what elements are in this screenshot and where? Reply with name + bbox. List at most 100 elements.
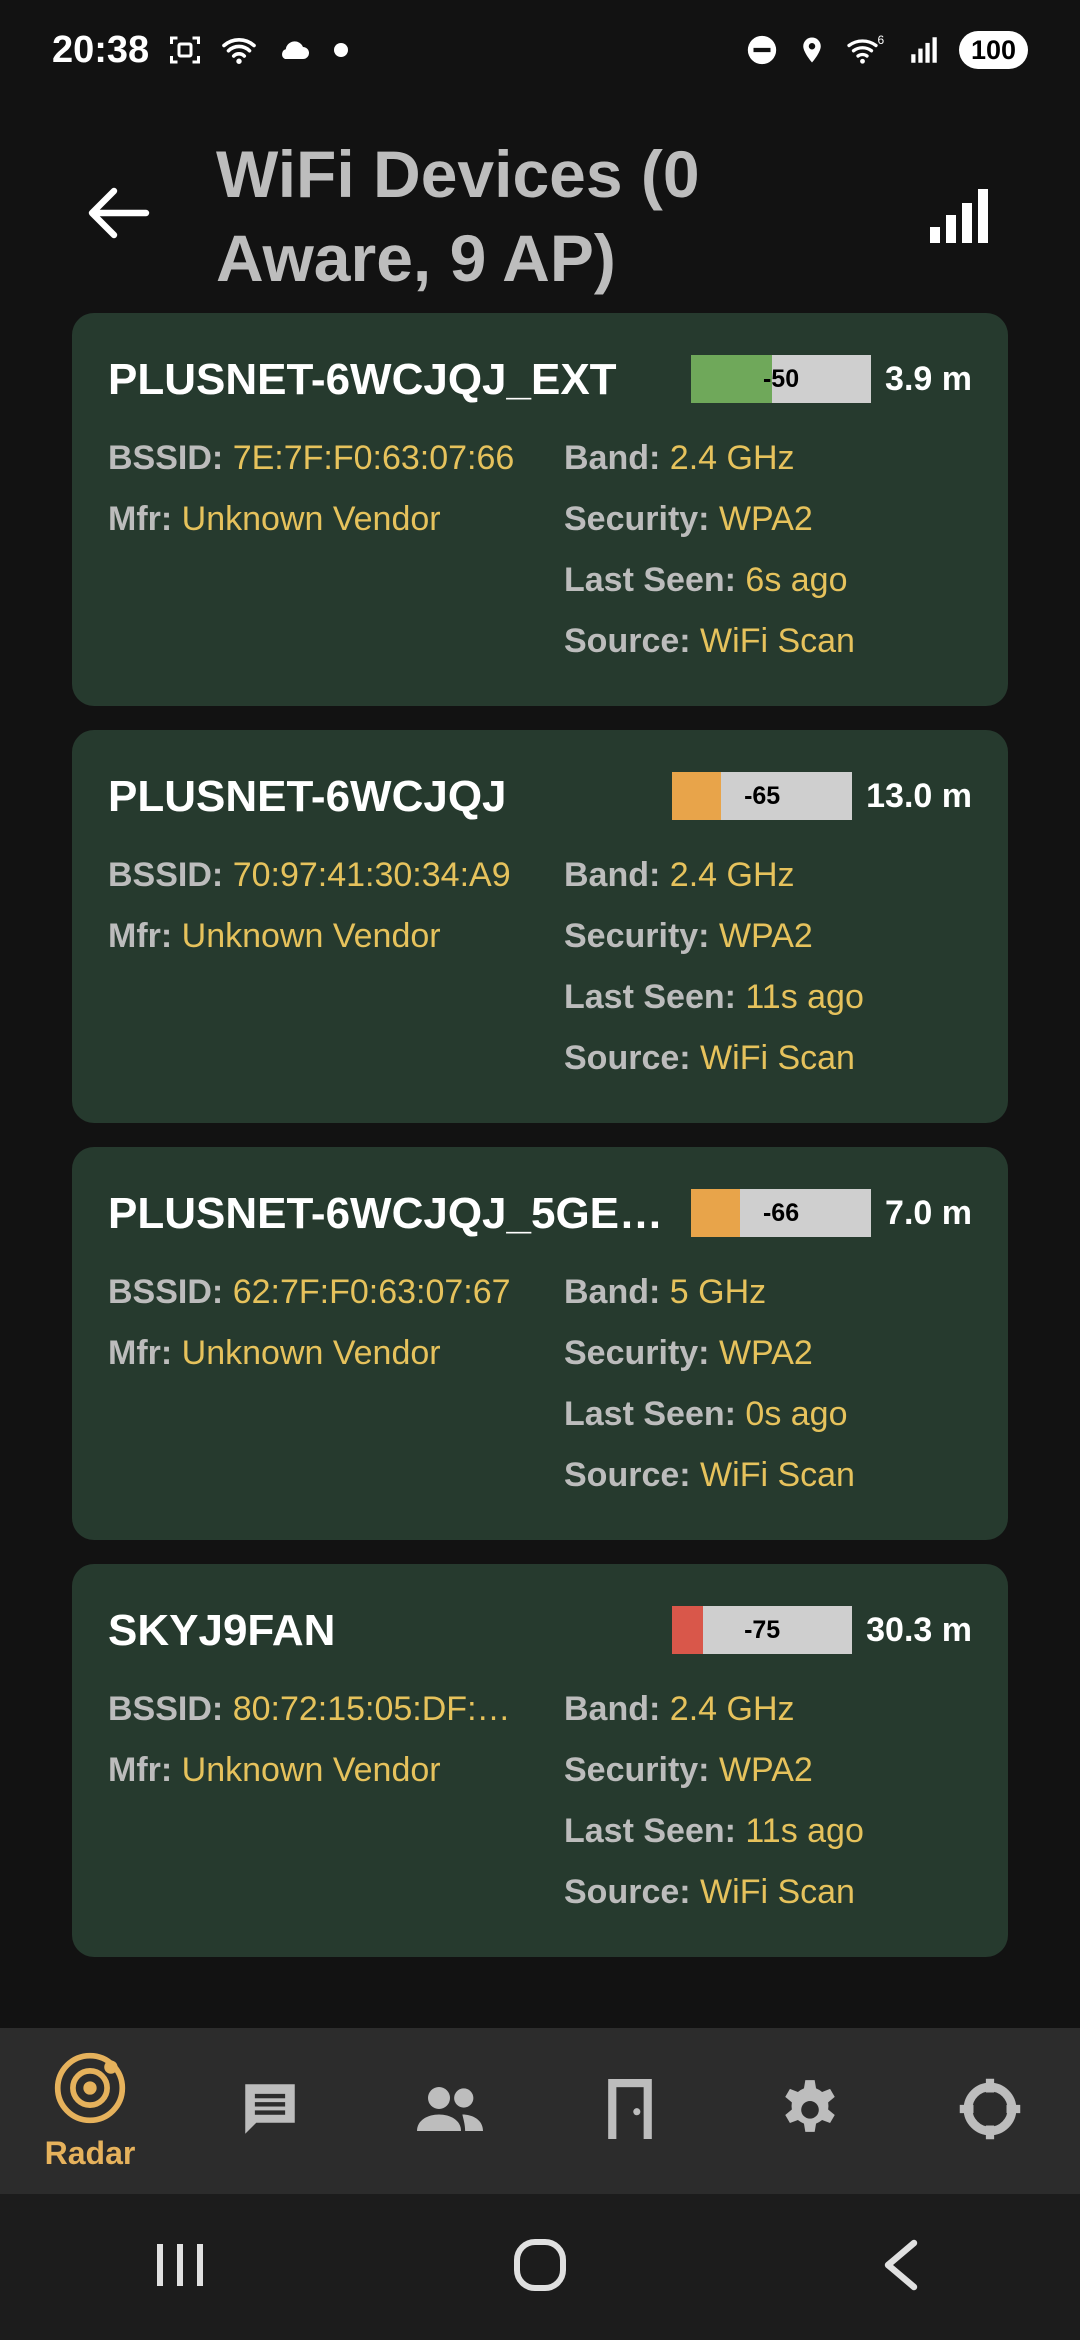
distance-value: 7.0 m	[885, 1193, 972, 1232]
bssid-value: 70:97:41:30:34:A9	[232, 856, 511, 894]
cloud-icon	[275, 32, 313, 68]
mfr-value: Unknown Vendor	[181, 1751, 441, 1789]
device-card[interactable]: PLUSNET-6WCJQJ_EXT -50 3.9 m BSSID: 7E:7…	[72, 313, 1008, 706]
signal-bar: -50	[691, 355, 872, 403]
security-value: WPA2	[718, 1751, 813, 1789]
nav-people[interactable]	[360, 2028, 540, 2194]
band-value: 5 GHz	[669, 1273, 767, 1311]
rssi-value: -75	[744, 1615, 781, 1644]
rssi-value: -65	[744, 781, 781, 810]
people-icon	[414, 2076, 486, 2147]
bssid-field: BSSID: 62:7F:F0:63:07:67	[108, 1273, 511, 1312]
source-label: Source:	[564, 1456, 691, 1494]
wifi-icon	[221, 32, 257, 68]
band-value: 2.4 GHz	[669, 856, 795, 894]
mfr-label: Mfr:	[108, 500, 173, 538]
app-bar: WiFi Devices (0 Aware, 9 AP)	[0, 120, 1080, 300]
band-value: 2.4 GHz	[669, 439, 795, 477]
device-name: PLUSNET-6WCJQJ_EXT	[108, 355, 617, 404]
device-card[interactable]: SKYJ9FAN -75 30.3 m BSSID: 80:72:15:05:D…	[72, 1564, 1008, 1957]
location-icon	[797, 32, 827, 68]
nav-radar-label: Radar	[44, 2135, 136, 2171]
device-card[interactable]: PLUSNET-6WCJQJ_5GE… -66 7.0 m BSSID: 62:…	[72, 1147, 1008, 1540]
source-value: WiFi Scan	[700, 1873, 855, 1911]
mfr-value: Unknown Vendor	[181, 1334, 441, 1372]
mfr-field: Mfr: Unknown Vendor	[108, 1334, 441, 1373]
source-field: Source: WiFi Scan	[564, 622, 855, 661]
home-icon	[513, 2238, 567, 2297]
source-value: WiFi Scan	[700, 1039, 855, 1077]
nav-target[interactable]	[900, 2028, 1080, 2194]
band-label: Band:	[564, 1690, 661, 1728]
rssi-value: -66	[762, 1198, 800, 1227]
mfr-value: Unknown Vendor	[181, 500, 441, 538]
battery-indicator: 100	[958, 31, 1028, 69]
status-time: 20:38	[52, 28, 150, 71]
signal-indicator: -65 13.0 m	[672, 772, 972, 820]
source-value: WiFi Scan	[700, 622, 855, 660]
system-back-button[interactable]	[840, 2217, 960, 2317]
last-seen-value: 0s ago	[745, 1395, 848, 1433]
signal-bar-fill	[691, 1189, 740, 1237]
signal-bar: -66	[691, 1189, 872, 1237]
security-label: Security:	[564, 500, 710, 538]
bssid-value: 62:7F:F0:63:07:67	[232, 1273, 511, 1311]
signal-bar: -75	[672, 1606, 853, 1654]
home-button[interactable]	[480, 2217, 600, 2317]
system-navigation-bar	[0, 2194, 1080, 2340]
last-seen-value: 6s ago	[745, 561, 848, 599]
mfr-label: Mfr:	[108, 1334, 173, 1372]
back-button[interactable]	[78, 180, 158, 250]
bssid-value: 7E:7F:F0:63:07:66	[232, 439, 515, 477]
bssid-label: BSSID:	[108, 439, 224, 477]
mfr-label: Mfr:	[108, 917, 173, 955]
last-seen-field: Last Seen: 11s ago	[564, 1812, 864, 1851]
settings-gear-icon	[777, 2076, 843, 2147]
bssid-label: BSSID:	[108, 1273, 224, 1311]
last-seen-label: Last Seen:	[564, 1812, 736, 1850]
rssi-value: -50	[762, 364, 800, 393]
device-card[interactable]: PLUSNET-6WCJQJ -65 13.0 m BSSID: 70:97:4…	[72, 730, 1008, 1123]
recents-icon	[153, 2240, 207, 2295]
security-label: Security:	[564, 917, 710, 955]
nav-radar[interactable]: Radar	[0, 2028, 180, 2194]
nav-messages[interactable]	[180, 2028, 360, 2194]
bssid-field: BSSID: 80:72:15:05:DF:…	[108, 1690, 511, 1729]
page-title: WiFi Devices (0 Aware, 9 AP)	[216, 137, 700, 295]
mfr-field: Mfr: Unknown Vendor	[108, 1751, 441, 1790]
source-value: WiFi Scan	[700, 1456, 855, 1494]
nav-door[interactable]	[540, 2028, 720, 2194]
security-label: Security:	[564, 1751, 710, 1789]
recent-apps-button[interactable]	[120, 2217, 240, 2317]
signal-bar: -65	[672, 772, 853, 820]
chevron-left-icon	[880, 2237, 920, 2298]
nav-settings[interactable]	[720, 2028, 900, 2194]
security-field: Security: WPA2	[564, 1751, 813, 1790]
last-seen-field: Last Seen: 11s ago	[564, 978, 864, 1017]
wifi-6-icon: 6	[845, 32, 889, 68]
signal-strength-button[interactable]	[920, 182, 996, 248]
last-seen-value: 11s ago	[745, 1812, 864, 1850]
security-field: Security: WPA2	[564, 500, 813, 539]
signal-bars-icon	[928, 189, 988, 248]
mfr-field: Mfr: Unknown Vendor	[108, 917, 441, 956]
last-seen-label: Last Seen:	[564, 561, 736, 599]
band-value: 2.4 GHz	[669, 1690, 795, 1728]
bssid-field: BSSID: 70:97:41:30:34:A9	[108, 856, 511, 895]
source-field: Source: WiFi Scan	[564, 1456, 855, 1495]
dot-icon	[331, 40, 351, 60]
bssid-label: BSSID:	[108, 856, 224, 894]
source-label: Source:	[564, 1039, 691, 1077]
screenshot-icon	[167, 32, 203, 68]
security-value: WPA2	[718, 500, 813, 538]
last-seen-label: Last Seen:	[564, 1395, 736, 1433]
signal-bar-fill	[691, 355, 773, 403]
security-field: Security: WPA2	[564, 1334, 813, 1373]
band-label: Band:	[564, 856, 661, 894]
band-label: Band:	[564, 439, 661, 477]
band-field: Band: 5 GHz	[564, 1273, 766, 1312]
device-name: PLUSNET-6WCJQJ_5GE…	[108, 1189, 664, 1238]
last-seen-field: Last Seen: 0s ago	[564, 1395, 848, 1434]
crosshair-icon	[957, 2076, 1023, 2147]
band-label: Band:	[564, 1273, 661, 1311]
